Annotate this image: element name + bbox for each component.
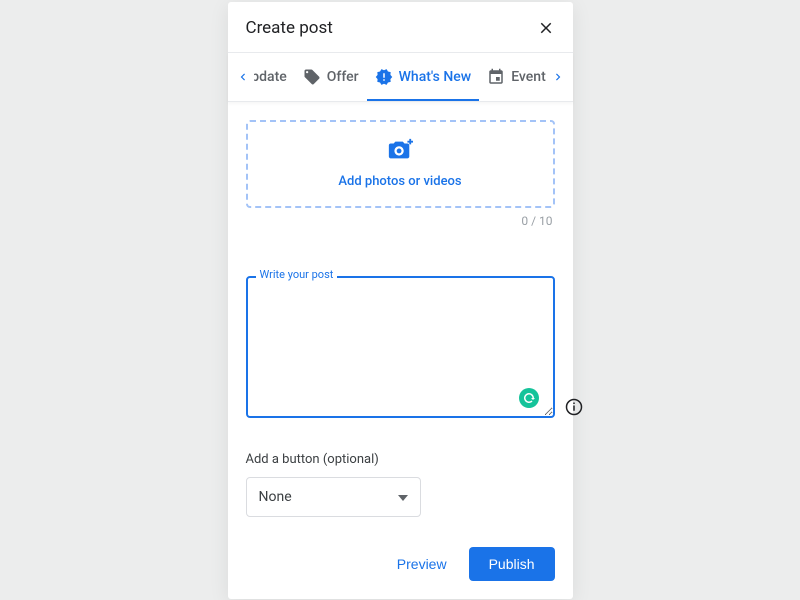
post-text-input[interactable] [246,276,555,418]
tab-event[interactable]: Event [479,53,546,101]
tabs-scroll-left[interactable] [232,70,254,84]
tag-icon [303,68,321,86]
post-text-field-wrap: Write your post [246,276,555,422]
tab-whats-new[interactable]: What's New [367,53,480,101]
tab-label: Event [511,69,546,85]
chevron-right-icon [551,70,565,84]
tab-update[interactable]: update [254,53,295,101]
modal-footer: Preview Publish [228,535,573,599]
modal-title: Create post [246,18,333,38]
tab-label: Offer [327,69,359,85]
tab-offer[interactable]: Offer [295,53,367,101]
tab-label: update [254,69,287,85]
grammarly-icon [523,392,535,404]
calendar-icon [487,68,505,86]
preview-button[interactable]: Preview [383,548,461,580]
upload-counter: 0 / 10 [246,214,555,228]
select-value: None [259,489,292,505]
burst-new-icon [375,68,393,86]
info-icon[interactable] [565,398,583,416]
tabs-scroll-right[interactable] [547,70,569,84]
media-upload-dropzone[interactable]: Add photos or videos [246,120,555,208]
close-button[interactable] [537,19,555,37]
create-post-modal: Create post update Offer [228,2,573,599]
close-icon [537,19,555,37]
upload-label: Add photos or videos [338,174,461,189]
add-photo-icon [387,138,413,166]
button-type-select[interactable]: None [246,477,421,517]
modal-content: Add photos or videos 0 / 10 Write your p… [228,102,573,535]
grammarly-badge[interactable] [519,388,539,408]
add-button-label: Add a button (optional) [246,452,555,467]
tabs-bar: update Offer What's New [228,52,573,102]
post-field-label: Write your post [256,268,338,281]
chevron-left-icon [236,70,250,84]
tab-label: What's New [399,69,472,85]
modal-header: Create post [228,2,573,52]
publish-button[interactable]: Publish [469,547,555,581]
tab-list: update Offer What's New [254,53,547,101]
caret-down-icon [398,489,408,505]
